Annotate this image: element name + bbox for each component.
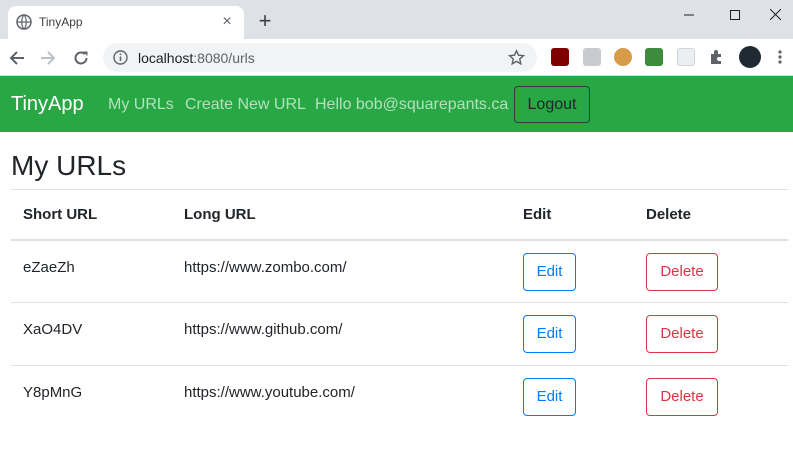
table-row: eZaeZh https://www.zombo.com/ Edit Delet…	[11, 240, 788, 303]
browser-tab[interactable]: TinyApp ×	[8, 6, 244, 39]
column-header-short-url: Short URL	[11, 189, 172, 241]
short-url-cell[interactable]: eZaeZh	[11, 240, 172, 303]
info-icon[interactable]	[113, 50, 128, 65]
short-url-cell[interactable]: XaO4DV	[11, 302, 172, 366]
column-header-long-url: Long URL	[172, 189, 511, 241]
edit-button[interactable]: Edit	[523, 252, 576, 291]
urls-table: Short URL Long URL Edit Delete eZaeZh ht…	[11, 189, 788, 429]
edit-cell: Edit	[511, 365, 634, 429]
delete-button[interactable]: Delete	[646, 252, 718, 291]
long-url-cell: https://www.github.com/	[172, 302, 511, 366]
extension-react-icon[interactable]	[677, 48, 695, 66]
delete-button[interactable]: Delete	[646, 315, 718, 353]
column-header-delete: Delete	[634, 189, 788, 241]
edit-button[interactable]: Edit	[523, 378, 576, 416]
address-bar[interactable]: localhost:8080/urls	[103, 43, 537, 72]
browser-titlebar: TinyApp × +	[0, 0, 793, 39]
delete-cell: Delete	[634, 240, 788, 303]
edit-button[interactable]: Edit	[523, 315, 576, 353]
minimize-icon[interactable]	[666, 0, 712, 29]
globe-icon	[16, 14, 32, 30]
close-tab-icon[interactable]: ×	[219, 14, 235, 30]
nav-link-my-urls[interactable]: My URLs	[108, 96, 174, 114]
nav-link-create-new-url[interactable]: Create New URL	[185, 96, 306, 114]
page-title: My URLs	[11, 150, 127, 181]
edit-cell: Edit	[511, 302, 634, 366]
short-url-cell[interactable]: Y8pMnG	[11, 365, 172, 429]
table-row: XaO4DV https://www.github.com/ Edit Dele…	[11, 302, 788, 366]
browser-menu-icon[interactable]	[775, 48, 785, 66]
extensions-puzzle-icon[interactable]	[708, 48, 726, 66]
window-close-icon[interactable]	[758, 0, 793, 29]
app-navbar: TinyApp My URLs Create New URL Hello bob…	[0, 76, 793, 132]
ublock-extension-icon[interactable]	[551, 48, 569, 66]
tab-title: TinyApp	[39, 15, 83, 29]
back-icon[interactable]	[6, 47, 28, 69]
column-header-edit: Edit	[511, 189, 634, 241]
new-tab-icon[interactable]: +	[254, 10, 276, 33]
long-url-cell: https://www.youtube.com/	[172, 365, 511, 429]
navbar-brand[interactable]: TinyApp	[11, 93, 84, 116]
extension-r-icon[interactable]	[583, 48, 601, 66]
url-path: :8080/urls	[193, 50, 255, 66]
delete-cell: Delete	[634, 365, 788, 429]
profile-avatar-icon[interactable]	[739, 46, 761, 68]
bookmark-star-icon[interactable]	[507, 49, 526, 66]
browser-toolbar: localhost:8080/urls	[0, 39, 793, 76]
url-host: localhost	[138, 50, 194, 66]
table-row: Y8pMnG https://www.youtube.com/ Edit Del…	[11, 365, 788, 429]
delete-button[interactable]: Delete	[646, 378, 718, 416]
extension-tree-icon[interactable]	[645, 48, 663, 66]
reload-icon[interactable]	[70, 47, 92, 69]
logout-button[interactable]: Logout	[514, 86, 590, 123]
forward-icon[interactable]	[37, 47, 59, 69]
url-text[interactable]: localhost:8080/urls	[138, 50, 255, 66]
maximize-icon[interactable]	[712, 0, 758, 29]
user-greeting: Hello bob@squarepants.ca	[315, 96, 509, 113]
delete-cell: Delete	[634, 302, 788, 366]
extension-face-icon[interactable]	[614, 48, 632, 66]
edit-cell: Edit	[511, 240, 634, 303]
table-header-row: Short URL Long URL Edit Delete	[11, 189, 788, 241]
long-url-cell: https://www.zombo.com/	[184, 258, 347, 276]
